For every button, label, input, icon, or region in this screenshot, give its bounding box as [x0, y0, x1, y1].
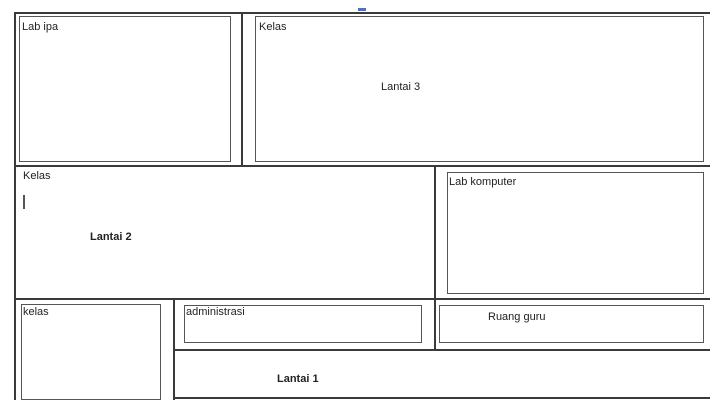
room-kelas-floor3-label: Kelas [259, 21, 287, 33]
room-lab-ipa-label: Lab ipa [22, 21, 59, 33]
floor-divider-3-2 [14, 165, 710, 167]
room-lab-komputer-box [447, 172, 704, 294]
floor-divider-2-1 [14, 298, 710, 300]
floor3-title: Lantai 3 [381, 81, 421, 93]
text-cursor [23, 195, 25, 209]
room-ruang-guru-box [439, 305, 704, 343]
floor1-inner-divider [174, 349, 710, 351]
floor2-title: Lantai 2 [90, 231, 132, 243]
floor3-column-divider [241, 12, 243, 166]
room-administrasi-label: administrasi [186, 306, 245, 318]
frame-left-line [14, 12, 16, 400]
floor2-column-divider [434, 166, 436, 350]
room-kelas-floor1-box [21, 304, 161, 400]
top-marker [358, 8, 366, 11]
frame-bottom-line [174, 397, 710, 399]
room-kelas-floor3-box [255, 16, 704, 162]
room-kelas-floor2-label: Kelas [23, 170, 51, 182]
floor1-title: Lantai 1 [277, 373, 319, 385]
room-ruang-guru-label: Ruang guru [488, 311, 546, 323]
room-lab-komputer-label: Lab komputer [449, 176, 517, 188]
frame-top-line [14, 12, 710, 14]
room-lab-ipa-box [19, 16, 231, 162]
room-kelas-floor2-box [19, 168, 432, 297]
room-kelas-floor1-label: kelas [23, 306, 49, 318]
